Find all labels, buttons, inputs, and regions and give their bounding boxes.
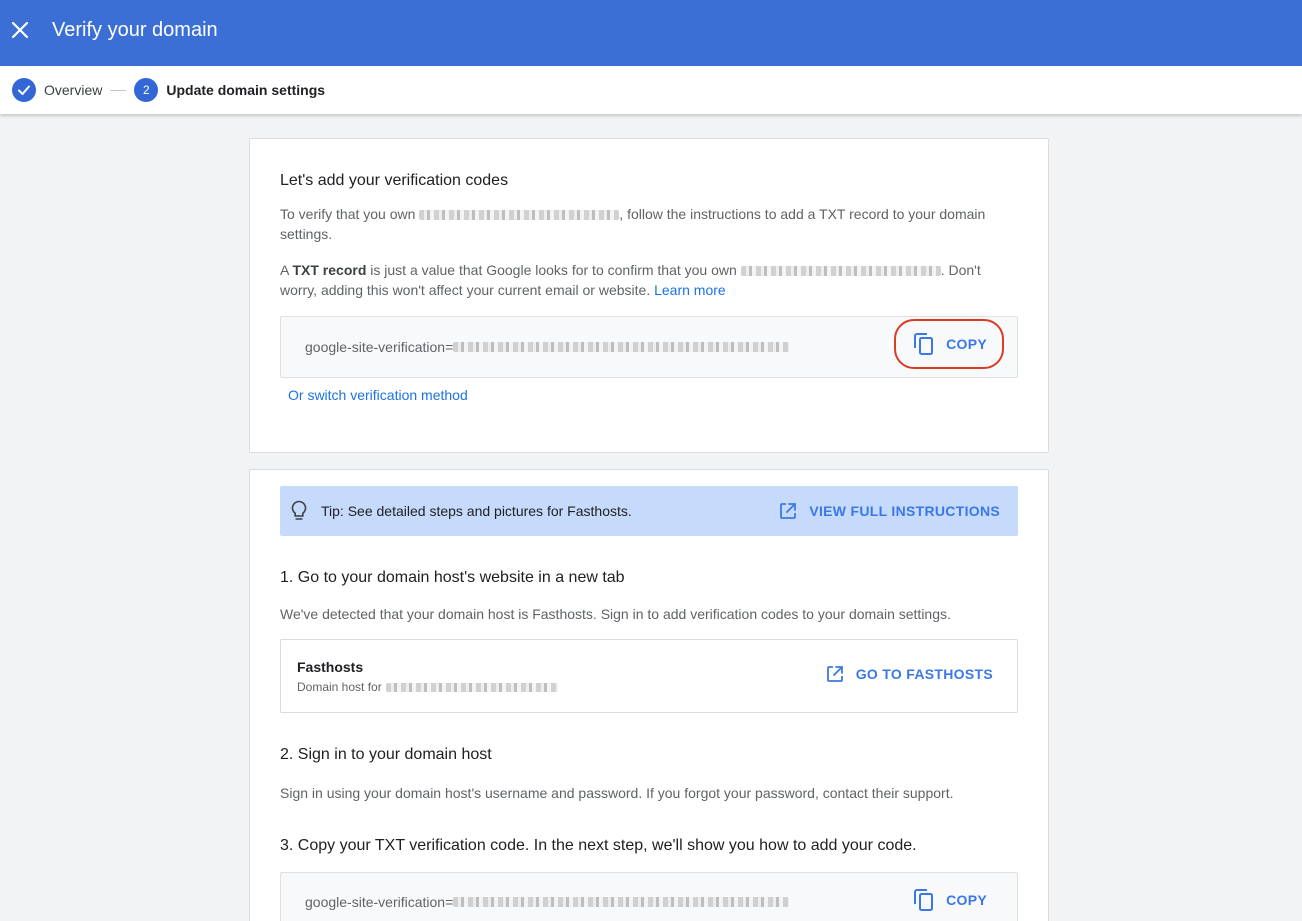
redacted-domain [419,210,620,221]
txt-record-paragraph: A TXT record is just a value that Google… [280,260,1020,300]
close-icon [11,21,29,39]
step1-text: We've detected that your domain host is … [280,606,951,622]
card-heading: Let's add your verification codes [280,172,509,189]
step1-heading: 1. Go to your domain host's website in a… [280,569,625,586]
para-text: To verify that you own [280,206,416,222]
check-icon [18,85,30,95]
page-title: Verify your domain [52,19,218,41]
step-overview[interactable]: Overview [12,78,102,102]
step-done-badge [12,78,36,102]
stepper: Overview 2 Update domain settings [0,66,1302,114]
host-sub-text: Domain host for [297,680,382,694]
tip-banner: Tip: See detailed steps and pictures for… [280,486,1018,536]
copy-button[interactable]: COPY [914,333,987,355]
copy-button-2[interactable]: COPY [914,889,987,911]
step-update-domain-settings: 2 Update domain settings [134,78,325,102]
verification-codes-card: Let's add your verification codes To ver… [249,138,1049,453]
copy-icon [914,889,934,911]
view-full-instructions-label: VIEW FULL INSTRUCTIONS [809,503,1000,519]
domain-host-box: Fasthosts Domain host for GO TO FASTHOST… [280,639,1018,713]
app-bar: Verify your domain [0,0,1302,66]
switch-verification-method-link[interactable]: Or switch verification method [288,387,468,403]
redacted-code [453,897,790,907]
step3-heading: 3. Copy your TXT verification code. In t… [280,837,917,854]
open-in-new-icon [780,503,797,519]
go-to-fasthosts-button[interactable]: GO TO FASTHOSTS [826,665,993,683]
learn-more-link[interactable]: Learn more [654,282,726,298]
host-subtitle: Domain host for [297,680,558,694]
close-button[interactable] [0,10,40,50]
step-number-badge: 2 [134,78,159,102]
verification-code[interactable]: google-site-verification= [305,339,790,355]
redacted-code [453,342,790,352]
para-text: A [280,262,289,278]
verification-code-box: google-site-verification= COPY [280,316,1018,378]
tip-text: Tip: See detailed steps and pictures for… [321,503,632,519]
lightbulb-icon [291,500,307,520]
verification-code[interactable]: google-site-verification= [305,894,790,910]
step2-heading: 2. Sign in to your domain host [280,746,492,763]
code-prefix: google-site-verification= [305,339,454,355]
instructions-paragraph: To verify that you own , follow the inst… [280,204,1020,244]
instructions-card: Tip: See detailed steps and pictures for… [249,469,1049,921]
copy-icon [914,333,934,355]
txt-record-term: TXT record [292,262,367,278]
copy-label: COPY [946,892,987,908]
step-label: Overview [44,82,103,98]
redacted-domain [385,682,558,692]
step-label: Update domain settings [166,82,326,98]
copy-label: COPY [946,336,987,352]
step2-text: Sign in using your domain host's usernam… [280,785,954,801]
view-full-instructions-button[interactable]: VIEW FULL INSTRUCTIONS [779,502,1000,520]
verification-code-box-2: google-site-verification= COPY [280,872,1018,921]
redacted-domain [740,266,941,277]
open-in-new-icon [826,666,843,682]
code-prefix: google-site-verification= [305,894,454,910]
host-name: Fasthosts [297,659,364,675]
step-divider [110,89,127,91]
para-text: is just a value that Google looks for to… [370,262,737,278]
go-to-fasthosts-label: GO TO FASTHOSTS [855,666,993,682]
